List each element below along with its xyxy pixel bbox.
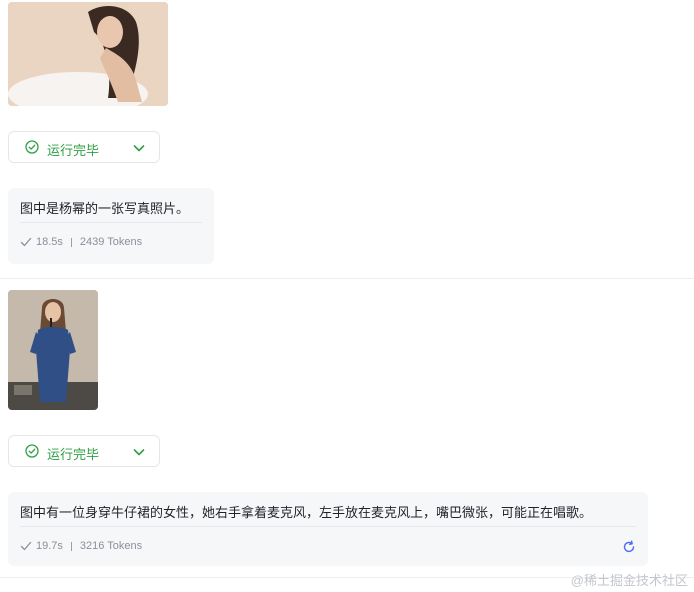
- check-circle-icon: [25, 140, 39, 154]
- check-icon: [20, 541, 32, 551]
- user-image-portrait[interactable]: [8, 2, 168, 106]
- singer-photo-illustration: [8, 290, 98, 410]
- meta-separator: [70, 237, 72, 247]
- answer-meta: 18.5s 2439 Tokens: [20, 236, 142, 248]
- duration: 18.5s: [36, 236, 63, 248]
- answer-divider: [20, 222, 202, 223]
- check-circle-icon: [25, 444, 39, 458]
- user-image-singer[interactable]: [8, 290, 98, 410]
- answer-card: 图中是杨幂的一张写真照片。 18.5s 2439 Tokens: [8, 188, 214, 264]
- answer-card-2: 图中有一位身穿牛仔裙的女性，她右手拿着麦克风，左手放在麦克风上，嘴巴微张，可能正…: [8, 492, 648, 566]
- answer-text: 图中是杨幂的一张写真照片。: [20, 201, 190, 216]
- portrait-photo-illustration: [8, 2, 168, 106]
- watermark: @稀土掘金技术社区: [570, 573, 688, 588]
- token-count: 3216 Tokens: [79, 540, 143, 552]
- regenerate-icon[interactable]: [622, 540, 636, 554]
- answer-divider: [20, 526, 636, 527]
- chevron-down-icon[interactable]: [131, 140, 147, 156]
- meta-separator: [70, 541, 72, 551]
- run-status-label: 运行完毕: [47, 143, 100, 158]
- message-divider: [0, 278, 694, 279]
- answer-meta: 19.7s 3216 Tokens: [20, 540, 142, 552]
- run-status-dropdown-2[interactable]: 运行完毕: [8, 435, 160, 467]
- token-count: 2439 Tokens: [79, 236, 143, 248]
- chevron-down-icon[interactable]: [131, 444, 147, 460]
- check-icon: [20, 237, 32, 247]
- answer-text: 图中有一位身穿牛仔裙的女性，她右手拿着麦克风，左手放在麦克风上，嘴巴微张，可能正…: [20, 505, 593, 520]
- duration: 19.7s: [36, 540, 63, 552]
- run-status-dropdown[interactable]: 运行完毕: [8, 131, 160, 163]
- run-status-label: 运行完毕: [47, 447, 100, 462]
